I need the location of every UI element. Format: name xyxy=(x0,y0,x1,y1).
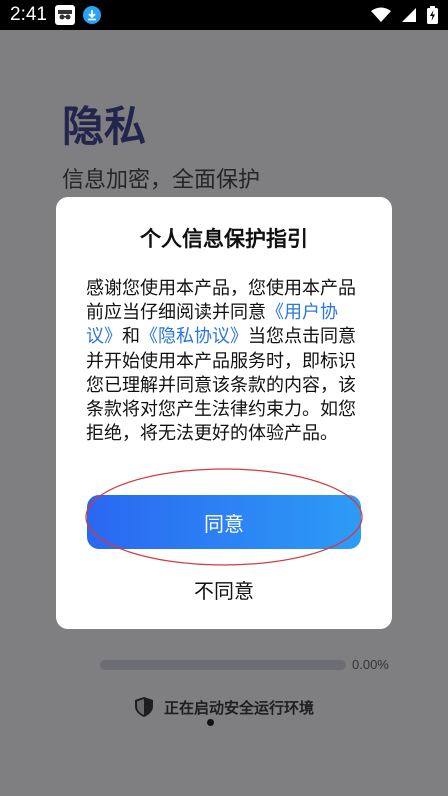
privacy-agreement-link[interactable]: 《隐私协议》 xyxy=(140,326,248,347)
wifi-icon xyxy=(371,7,391,22)
signal-icon xyxy=(402,8,416,22)
status-time: 2:41 xyxy=(10,4,47,25)
shield-icon xyxy=(135,697,153,717)
disagree-button-label: 不同意 xyxy=(194,578,254,603)
dialog-body: 感谢您使用本产品，您使用本产品前应当仔细阅读并同意《用户协议》和《隐私协议》当您… xyxy=(86,277,364,446)
privacy-dialog: 个人信息保护指引 感谢您使用本产品，您使用本产品前应当仔细阅读并同意《用户协议》… xyxy=(56,197,392,629)
battery-icon xyxy=(427,6,438,24)
status-system-icons xyxy=(371,6,438,24)
progress-percent: 0.00% xyxy=(352,657,389,672)
boot-status: 正在启动安全运行环境 xyxy=(134,696,314,718)
boot-status-text: 正在启动安全运行环境 xyxy=(164,698,315,717)
page-indicator-dot xyxy=(207,719,214,726)
status-notifications xyxy=(54,5,101,25)
page-subtitle: 信息加密，全面保护 xyxy=(62,168,261,193)
dialog-title: 个人信息保护指引 xyxy=(140,227,308,251)
disagree-button[interactable]: 不同意 xyxy=(56,571,392,607)
page-title: 隐私 xyxy=(62,102,147,151)
status-bar: 2:41 xyxy=(0,0,448,30)
app-notification-icon xyxy=(54,5,75,25)
agree-button-label: 同意 xyxy=(204,511,244,536)
loading-progress-bar xyxy=(100,660,346,670)
agree-button[interactable]: 同意 xyxy=(87,495,361,549)
download-icon xyxy=(82,6,101,24)
and-text: 和 xyxy=(122,326,140,348)
